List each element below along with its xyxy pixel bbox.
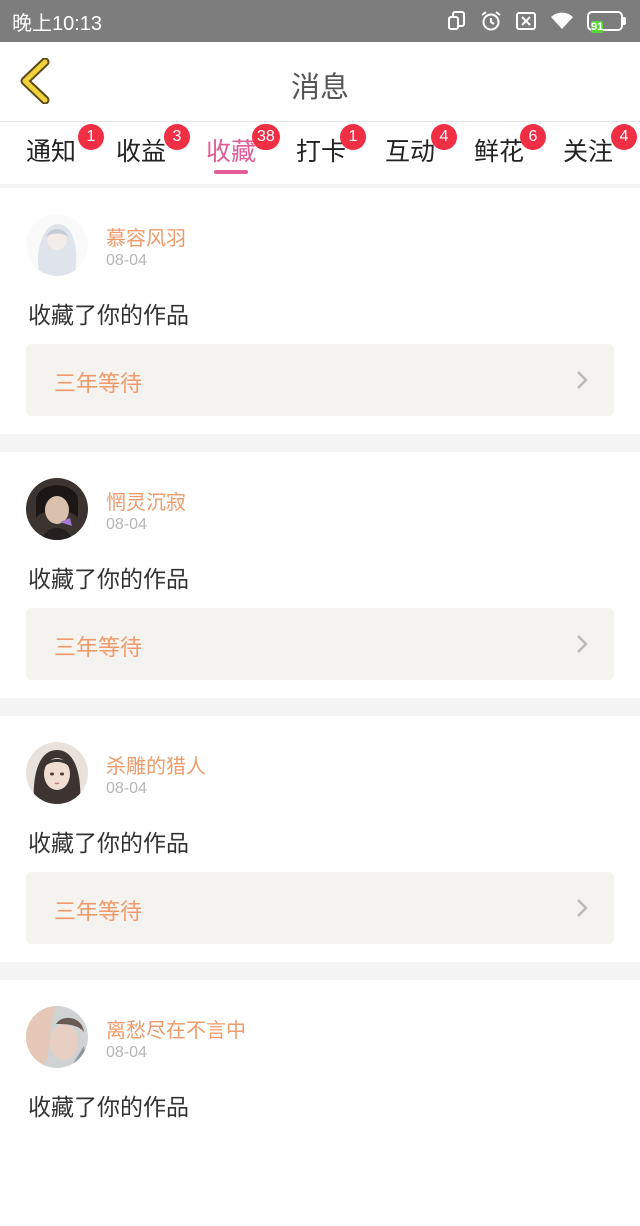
tab-label: 收藏 xyxy=(206,137,257,166)
tab-badge: 38 xyxy=(252,124,280,150)
message-card: 杀雕的猎人 08-04 收藏了你的作品 三年等待 xyxy=(0,716,640,962)
action-text: 收藏了你的作品 xyxy=(28,303,189,329)
tab-notify[interactable]: 通知 1 xyxy=(26,124,104,182)
alarm-icon xyxy=(480,10,502,32)
tab-bar: 通知 1 收益 3 收藏 38 打卡 1 互动 4 鲜花 6 关注 4 xyxy=(0,122,640,184)
work-title: 三年等待 xyxy=(54,372,143,397)
avatar[interactable] xyxy=(26,478,88,540)
tab-earnings[interactable]: 收益 3 xyxy=(116,124,190,182)
username[interactable]: 慕容风羽 xyxy=(106,222,186,251)
username[interactable]: 离愁尽在不言中 xyxy=(106,1014,246,1043)
message-date: 08-04 xyxy=(106,1044,147,1061)
avatar[interactable] xyxy=(26,214,88,276)
tab-flowers[interactable]: 鲜花 6 xyxy=(474,124,546,182)
avatar[interactable] xyxy=(26,742,88,804)
work-link[interactable]: 三年等待 xyxy=(26,344,614,416)
chevron-right-icon xyxy=(577,635,588,653)
tab-label: 互动 xyxy=(385,137,436,166)
action-text: 收藏了你的作品 xyxy=(28,831,189,857)
app-header: 消息 xyxy=(0,42,640,122)
tab-checkin[interactable]: 打卡 1 xyxy=(296,124,366,182)
work-link[interactable]: 三年等待 xyxy=(26,872,614,944)
status-bar: 晚上10:13 91 xyxy=(0,0,640,42)
tab-badge: 1 xyxy=(78,124,104,150)
message-date: 08-04 xyxy=(106,780,147,797)
tab-label: 通知 xyxy=(26,137,77,166)
chevron-right-icon xyxy=(577,371,588,389)
tab-follow[interactable]: 关注 4 xyxy=(563,124,637,182)
action-text: 收藏了你的作品 xyxy=(28,567,189,593)
work-link[interactable]: 三年等待 xyxy=(26,608,614,680)
sim-off-icon xyxy=(515,11,537,31)
work-title: 三年等待 xyxy=(54,900,143,925)
active-tab-indicator xyxy=(214,170,248,174)
rotate-icon xyxy=(447,10,467,32)
message-card: 离愁尽在不言中 08-04 收藏了你的作品 xyxy=(0,980,640,1226)
battery-icon: 91 xyxy=(587,11,626,33)
status-time: 晚上10:13 xyxy=(12,12,103,35)
tab-badge: 1 xyxy=(340,124,366,150)
tab-label: 打卡 xyxy=(296,137,347,166)
tab-badge: 3 xyxy=(164,124,190,150)
tab-favorites[interactable]: 收藏 38 xyxy=(206,124,280,182)
tab-interaction[interactable]: 互动 4 xyxy=(385,124,457,182)
tab-label: 鲜花 xyxy=(474,137,525,166)
tab-badge: 4 xyxy=(611,124,637,150)
tab-badge: 6 xyxy=(520,124,546,150)
chevron-right-icon xyxy=(577,899,588,917)
message-card: 惘灵沉寂 08-04 收藏了你的作品 三年等待 xyxy=(0,452,640,698)
status-icons: 91 xyxy=(447,10,626,33)
username[interactable]: 杀雕的猎人 xyxy=(106,750,206,779)
tab-badge: 4 xyxy=(431,124,457,150)
page-title: 消息 xyxy=(290,70,349,104)
message-date: 08-04 xyxy=(106,252,147,269)
tab-label: 收益 xyxy=(116,137,167,166)
tab-label: 关注 xyxy=(563,137,614,166)
avatar[interactable] xyxy=(26,1006,88,1068)
username[interactable]: 惘灵沉寂 xyxy=(106,486,186,515)
battery-level: 91 xyxy=(591,21,604,33)
wifi-icon xyxy=(550,11,574,31)
action-text: 收藏了你的作品 xyxy=(28,1095,189,1121)
work-title: 三年等待 xyxy=(54,636,143,661)
message-card: 慕容风羽 08-04 收藏了你的作品 三年等待 xyxy=(0,188,640,434)
message-date: 08-04 xyxy=(106,516,147,533)
